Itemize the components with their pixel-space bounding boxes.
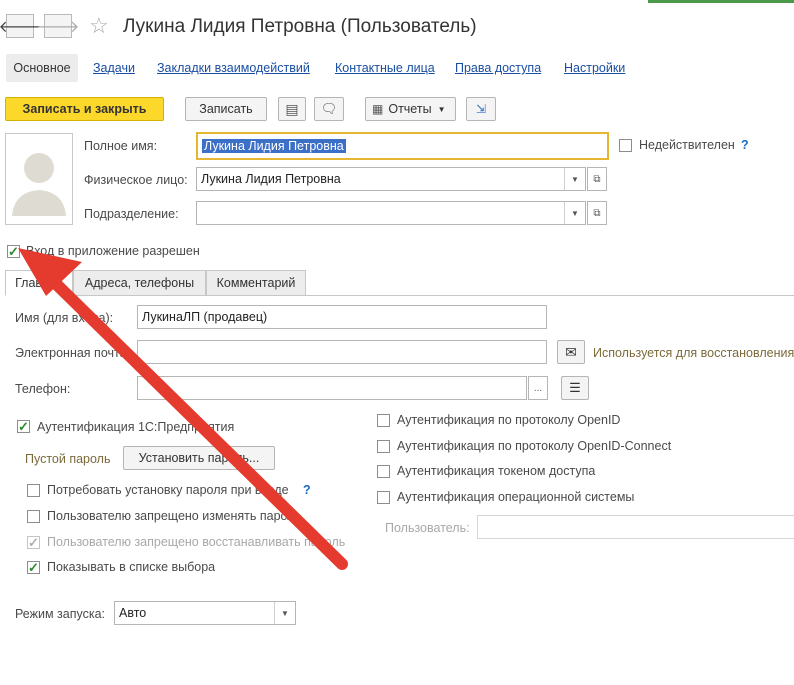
inactive-label: Недействителен — [639, 138, 735, 152]
checkmark-icon: ✓ — [28, 535, 39, 550]
forbid-restore-label: Пользователю запрещено восстанавливать п… — [47, 535, 346, 549]
full-name-input[interactable]: Лукина Лидия Петровна — [196, 132, 609, 160]
phone-input[interactable] — [137, 376, 527, 400]
login-allowed-checkbox[interactable]: ✓ — [7, 245, 20, 258]
document-list-button[interactable]: ▤ — [278, 97, 306, 121]
os-user-input[interactable] — [477, 515, 794, 539]
back-button[interactable]: 🡐 — [0, 14, 41, 38]
chevron-down-icon: ▼ — [281, 608, 289, 618]
login-name-input[interactable]: ЛукинаЛП (продавец) — [137, 305, 547, 329]
person-label: Физическое лицо: — [84, 173, 188, 187]
save-button[interactable]: Записать — [185, 97, 267, 121]
open-window-icon: ⧉ — [593, 207, 601, 219]
department-label: Подразделение: — [84, 207, 179, 221]
launch-mode-dropdown-button[interactable]: ▼ — [274, 602, 295, 624]
full-name-label: Полное имя: — [84, 139, 158, 153]
page-title: Лукина Лидия Петровна (Пользователь) — [123, 16, 477, 37]
department-open-button[interactable]: ⧉ — [587, 201, 607, 225]
chevron-down-icon: ▼ — [571, 174, 579, 184]
full-name-value: Лукина Лидия Петровна — [202, 139, 346, 153]
launch-mode-value: Авто — [119, 606, 147, 620]
comment-button[interactable]: 🗨 — [314, 97, 344, 121]
ellipsis-icon: ... — [533, 382, 543, 394]
os-user-label: Пользователь: — [385, 521, 470, 535]
reports-button[interactable]: ▦ Отчеты ▼ — [365, 97, 456, 121]
forbid-change-checkbox[interactable] — [27, 510, 40, 523]
subtab-comment[interactable]: Комментарий — [206, 270, 306, 296]
auth-token-checkbox[interactable] — [377, 465, 390, 478]
person-open-button[interactable]: ⧉ — [587, 167, 607, 191]
forbid-restore-checkbox[interactable]: ✓ — [27, 536, 40, 549]
top-accent-line — [648, 0, 794, 3]
launch-mode-label: Режим запуска: — [15, 607, 105, 621]
report-icon: ▦ — [372, 102, 384, 116]
require-password-checkbox[interactable] — [27, 484, 40, 497]
auth-openid-checkbox[interactable] — [377, 414, 390, 427]
save-and-close-button[interactable]: Записать и закрыть — [5, 97, 164, 121]
tab-main[interactable]: Основное — [6, 54, 78, 82]
require-password-label: Потребовать установку пароля при входе — [47, 483, 289, 497]
open-window-icon: ⧉ — [593, 173, 601, 185]
chevron-down-icon: ▼ — [571, 208, 579, 218]
favorite-star-icon[interactable]: ☆ — [89, 13, 109, 39]
send-email-button[interactable]: ✉ — [557, 340, 585, 364]
export-icon: ⇲ — [475, 102, 487, 116]
login-name-value: ЛукинаЛП (продавец) — [142, 310, 268, 324]
show-in-list-checkbox[interactable]: ✓ — [27, 561, 40, 574]
subtab-addresses-phones[interactable]: Адреса, телефоны — [73, 270, 206, 296]
launch-mode-select[interactable]: Авто ▼ — [114, 601, 296, 625]
subtab-main[interactable]: Главное — [5, 270, 73, 296]
forward-button[interactable]: 🡒 — [37, 14, 79, 38]
speech-bubble-icon: 🗨 — [320, 101, 338, 116]
email-hint: Используется для восстановления — [593, 346, 794, 360]
login-allowed-label: Вход в приложение разрешен — [26, 244, 200, 258]
auth-os-label: Аутентификация операционной системы — [397, 490, 635, 504]
menu-lines-icon: ☰ — [569, 380, 581, 395]
arrow-left-icon: 🡐 — [0, 18, 42, 36]
require-password-help-icon[interactable]: ? — [303, 483, 311, 497]
export-button[interactable]: ⇲ — [466, 97, 496, 121]
person-dropdown-button[interactable]: ▼ — [564, 168, 585, 190]
arrow-right-icon: 🡒 — [36, 18, 80, 36]
person-field[interactable]: Лукина Лидия Петровна ▼ — [196, 167, 586, 191]
forbid-change-label: Пользователю запрещено изменять пароль — [47, 509, 302, 523]
department-dropdown-button[interactable]: ▼ — [564, 202, 585, 224]
tab-contacts[interactable]: Контактные лица — [335, 61, 435, 75]
checkmark-icon: ✓ — [28, 560, 39, 575]
tab-tasks[interactable]: Задачи — [93, 61, 135, 75]
tab-settings[interactable]: Настройки — [564, 61, 625, 75]
empty-password-text: Пустой пароль — [25, 452, 111, 466]
auth-openid-label: Аутентификация по протоколу OpenID — [397, 413, 621, 427]
auth-1c-checkbox[interactable]: ✓ — [17, 420, 30, 433]
login-name-label: Имя (для входа): — [15, 311, 114, 325]
chevron-down-icon: ▼ — [437, 104, 446, 114]
avatar-placeholder-icon — [12, 153, 66, 216]
checkmark-icon: ✓ — [18, 419, 29, 434]
phone-label: Телефон: — [15, 382, 71, 396]
phone-select-button[interactable]: ... — [528, 376, 548, 400]
auth-os-checkbox[interactable] — [377, 491, 390, 504]
department-field[interactable]: ▼ — [196, 201, 586, 225]
help-icon[interactable]: ? — [741, 138, 749, 152]
email-label: Электронная почта: — [15, 346, 131, 360]
auth-token-label: Аутентификация токеном доступа — [397, 464, 596, 478]
set-password-button[interactable]: Установить пароль... — [123, 446, 275, 470]
email-input[interactable] — [137, 340, 547, 364]
auth-openid-connect-label: Аутентификация по протоколу OpenID-Conne… — [397, 439, 672, 453]
inactive-checkbox[interactable] — [619, 139, 632, 152]
user-photo[interactable] — [5, 133, 73, 225]
auth-openid-connect-checkbox[interactable] — [377, 440, 390, 453]
checkmark-icon: ✓ — [8, 244, 19, 259]
person-value: Лукина Лидия Петровна — [201, 172, 341, 186]
auth-1c-label: Аутентификация 1С:Предприятия — [37, 420, 235, 434]
envelope-icon: ✉ — [565, 343, 577, 360]
phone-list-button[interactable]: ☰ — [561, 376, 589, 400]
reports-label: Отчеты — [388, 102, 432, 116]
list-document-icon: ▤ — [285, 100, 299, 117]
tab-access-rights[interactable]: Права доступа — [455, 61, 541, 75]
tab-interaction-bookmarks[interactable]: Закладки взаимодействий — [157, 61, 310, 75]
show-in-list-label: Показывать в списке выбора — [47, 560, 216, 574]
